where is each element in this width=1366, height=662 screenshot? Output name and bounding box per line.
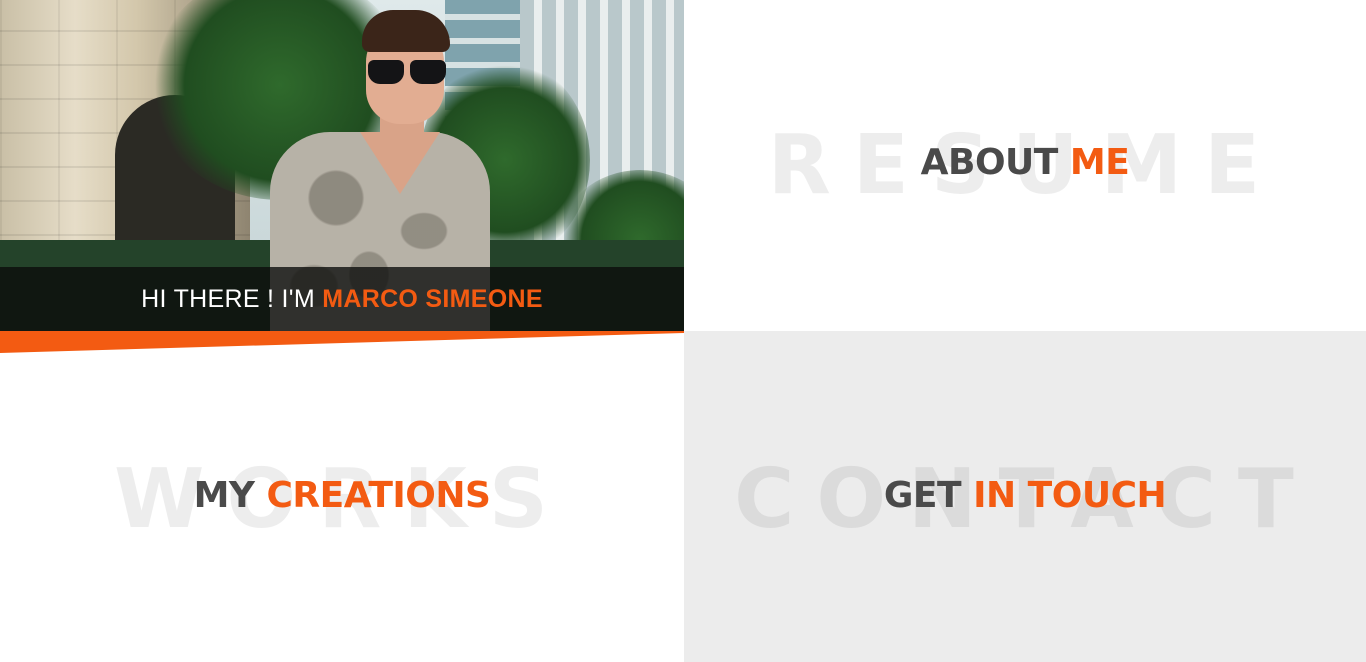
my-creations-title: MY CREATIONS: [0, 475, 684, 516]
accent-strip: [0, 331, 684, 353]
about-title-accent: ME: [1069, 142, 1130, 183]
contact-title-accent: IN TOUCH: [973, 475, 1167, 516]
get-in-touch-tile[interactable]: CONTACT GET IN TOUCH: [684, 331, 1366, 662]
works-title-accent: CREATIONS: [266, 475, 491, 516]
about-me-tile[interactable]: RESUME ABOUT ME: [684, 0, 1366, 331]
my-creations-tile[interactable]: WORKS MY CREATIONS: [0, 331, 684, 662]
hero-greeting: HI THERE ! I'M: [141, 284, 315, 313]
about-me-title: ABOUT ME: [684, 142, 1366, 183]
hero-name: MARCO SIMEONE: [322, 284, 543, 313]
works-title-dark: MY: [193, 475, 255, 516]
hero-greeting-line: HI THERE ! I'M MARCO SIMEONE: [141, 285, 543, 314]
home-hero-panel: HI THERE ! I'M MARCO SIMEONE: [0, 0, 684, 331]
hero-caption-band: HI THERE ! I'M MARCO SIMEONE: [0, 267, 684, 331]
get-in-touch-title: GET IN TOUCH: [684, 475, 1366, 516]
about-title-dark: ABOUT: [920, 142, 1059, 183]
contact-title-dark: GET: [883, 475, 962, 516]
